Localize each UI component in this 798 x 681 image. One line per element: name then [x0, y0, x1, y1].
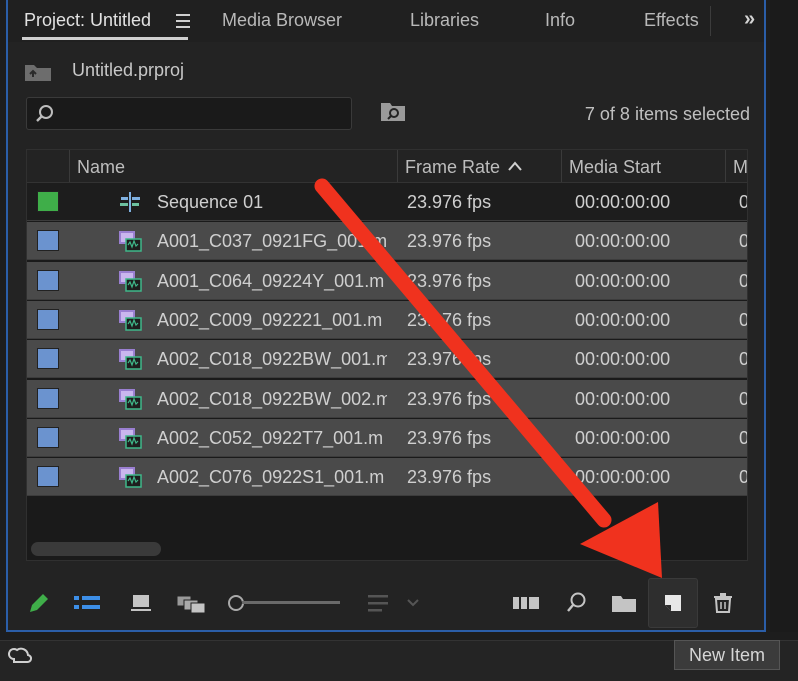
tab-effects[interactable]: Effects [644, 10, 699, 31]
label-color-swatch[interactable] [37, 230, 59, 252]
project-panel: Project: Untitled Media Browser Librarie… [6, 0, 766, 632]
row-frame-rate: 23.976 fps [407, 231, 492, 252]
label-color-swatch[interactable] [37, 387, 59, 409]
tab-overflow-icon[interactable]: » [744, 8, 755, 31]
row-name: Sequence 01 [157, 192, 264, 212]
project-filename: Untitled.prproj [72, 60, 185, 80]
zoom-slider-track[interactable] [242, 601, 340, 604]
row-media-start: 00:00:00:00 [575, 388, 671, 409]
row-name: A002_C009_092221_001.m [157, 309, 383, 330]
clip-icon [119, 427, 142, 449]
new-bin-icon[interactable] [610, 590, 638, 616]
selection-count: 7 of 8 items selected [584, 104, 750, 124]
row-media-start: 00:00:00:00 [575, 231, 671, 252]
label-color-swatch[interactable] [37, 308, 59, 330]
search-icon [36, 105, 53, 122]
row-name: A002_C018_0922BW_002.m [157, 388, 387, 409]
folder-up-icon[interactable] [24, 62, 52, 82]
sort-icon[interactable] [364, 590, 424, 616]
panel-tab-bar: Project: Untitled Media Browser Librarie… [8, 0, 764, 42]
new-item-icon[interactable] [660, 590, 686, 616]
creative-cloud-icon[interactable] [6, 644, 32, 664]
find-icon[interactable] [564, 590, 590, 616]
column-divider [561, 150, 562, 182]
row-more: 0 [739, 467, 747, 488]
panel-menu-icon[interactable] [176, 14, 190, 28]
sequence-icon [120, 192, 140, 212]
row-frame-rate: 23.976 fps [407, 467, 492, 488]
row-frame-rate: 23.976 fps [407, 192, 492, 212]
find-bin-icon[interactable] [380, 100, 406, 122]
project-items-table: Name Frame Rate Media Start M Sequence 0… [26, 149, 748, 561]
row-media-start: 00:00:00:00 [575, 270, 671, 291]
table-row[interactable]: A002_C018_0922BW_001.m 23.976 fps 00:00:00… [27, 340, 747, 379]
tab-media-browser[interactable]: Media Browser [222, 10, 342, 31]
table-row[interactable]: A001_C037_0921FG_001.m 23.976 fps 00:00:00… [27, 222, 747, 261]
row-more: 0 [739, 231, 747, 252]
row-media-start: 00:00:00:00 [575, 192, 671, 212]
row-media-start: 00:00:00:00 [575, 467, 671, 488]
clip-icon [119, 231, 142, 253]
column-header-media-start[interactable]: Media Start [569, 157, 661, 178]
horizontal-scrollbar[interactable] [31, 542, 161, 556]
column-divider [725, 150, 726, 182]
tab-divider [710, 6, 711, 36]
clip-icon [119, 270, 142, 292]
table-header: Name Frame Rate Media Start M [27, 150, 747, 183]
table-row[interactable]: A002_C009_092221_001.m 23.976 fps 00:00:00… [27, 300, 747, 339]
column-divider [69, 150, 70, 182]
column-header-more[interactable]: M [733, 157, 747, 178]
row-frame-rate: 23.976 fps [407, 309, 492, 330]
row-media-start: 00:00:00:00 [575, 427, 671, 448]
row-more: 0 [739, 310, 747, 331]
search-input[interactable] [26, 97, 352, 130]
clip-icon [119, 388, 142, 410]
freeform-view-icon[interactable] [174, 590, 208, 616]
row-media-start: 00:00:00:00 [575, 349, 671, 370]
column-header-frame-rate[interactable]: Frame Rate [405, 157, 500, 178]
column-header-name[interactable]: Name [77, 157, 125, 178]
clip-icon [119, 467, 142, 488]
table-row[interactable]: A002_C018_0922BW_002.m 23.976 fps 00:00:00… [27, 379, 747, 418]
row-frame-rate: 23.976 fps [407, 388, 492, 409]
table-row[interactable]: A002_C076_0922S1_001.m 23.976 fps 00:00:00… [27, 458, 747, 497]
active-tab-indicator [22, 37, 188, 40]
row-frame-rate: 23.976 fps [407, 427, 492, 448]
row-more: 0 [739, 428, 747, 449]
tab-info[interactable]: Info [545, 10, 575, 31]
label-color-swatch[interactable] [37, 191, 59, 212]
tab-libraries[interactable]: Libraries [410, 10, 479, 31]
row-frame-rate: 23.976 fps [407, 270, 492, 291]
label-color-swatch[interactable] [37, 269, 59, 291]
clear-icon[interactable] [710, 590, 736, 616]
row-frame-rate: 23.976 fps [407, 349, 492, 370]
table-row[interactable]: Sequence 01 23.976 fps 00:00:00:00 0 [27, 183, 747, 221]
label-color-swatch[interactable] [37, 348, 59, 370]
row-media-start: 00:00:00:00 [575, 309, 671, 330]
clip-icon [119, 349, 142, 370]
list-view-icon[interactable] [72, 590, 102, 616]
clip-icon [119, 309, 142, 331]
label-color-swatch[interactable] [37, 426, 59, 448]
icon-view-icon[interactable] [128, 590, 154, 616]
table-row[interactable]: A002_C052_0922T7_001.m 23.976 fps 00:00:00… [27, 418, 747, 457]
automate-to-sequence-icon[interactable] [510, 590, 542, 616]
row-name: A002_C076_0922S1_001.m [157, 467, 385, 488]
row-more: 0 [739, 192, 747, 213]
new-item-tooltip: New Item [674, 640, 780, 670]
row-more: 0 [739, 349, 747, 370]
sort-ascending-icon [508, 161, 522, 171]
column-divider [397, 150, 398, 182]
row-name: A001_C064_09224Y_001.m [157, 270, 385, 291]
pencil-icon[interactable] [26, 590, 52, 616]
table-row[interactable]: A001_C064_09224Y_001.m 23.976 fps 00:00:00… [27, 261, 747, 300]
row-name: A002_C018_0922BW_001.m [157, 349, 387, 370]
adjacent-panel [770, 0, 798, 632]
row-more: 0 [739, 271, 747, 292]
row-more: 0 [739, 389, 747, 410]
row-name: A002_C052_0922T7_001.m [157, 427, 384, 448]
label-color-swatch[interactable] [37, 466, 59, 488]
tab-project[interactable]: Project: Untitled [24, 10, 151, 31]
row-name: A001_C037_0921FG_001.m [157, 231, 387, 252]
